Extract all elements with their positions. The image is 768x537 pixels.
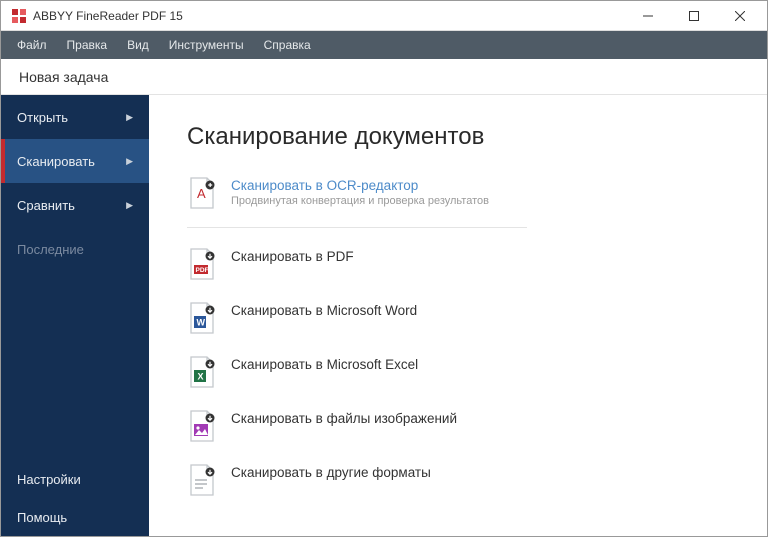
task-title: Сканировать в другие форматы (231, 465, 431, 480)
sidebar-item-settings[interactable]: Настройки (1, 460, 149, 498)
chevron-right-icon: ▶ (126, 200, 133, 211)
sidebar-item-label: Сканировать (17, 154, 95, 169)
task-scan-image[interactable]: Сканировать в файлы изображений (187, 402, 731, 450)
new-task-label: Новая задача (19, 69, 108, 85)
svg-text:X: X (198, 372, 204, 382)
doc-other-icon (187, 463, 217, 497)
sidebar-item-compare[interactable]: Сравнить ▶ (1, 183, 149, 227)
doc-pdf-icon: PDF (187, 247, 217, 281)
minimize-button[interactable] (625, 1, 671, 31)
app-logo-icon (11, 8, 27, 24)
chevron-right-icon: ▶ (126, 112, 133, 123)
doc-excel-icon: X (187, 355, 217, 389)
body-area: Открыть ▶ Сканировать ▶ Сравнить ▶ После… (1, 95, 767, 536)
close-button[interactable] (717, 1, 763, 31)
sidebar-item-scan[interactable]: Сканировать ▶ (1, 139, 149, 183)
chevron-right-icon: ▶ (126, 156, 133, 167)
window-title: ABBYY FineReader PDF 15 (33, 9, 183, 23)
svg-text:A: A (197, 186, 206, 201)
page-title: Сканирование документов (187, 123, 731, 151)
sidebar-item-label: Настройки (17, 472, 81, 487)
doc-word-icon: W (187, 301, 217, 335)
sidebar-item-open[interactable]: Открыть ▶ (1, 95, 149, 139)
sidebar-item-label: Последние (17, 242, 84, 257)
task-title: Сканировать в Microsoft Excel (231, 357, 418, 372)
task-subtitle: Продвинутая конвертация и проверка резул… (231, 195, 489, 207)
new-task-header: Новая задача (1, 59, 767, 95)
task-title: Сканировать в OCR-редактор (231, 178, 489, 193)
menu-file[interactable]: Файл (7, 32, 57, 58)
menu-view[interactable]: Вид (117, 32, 159, 58)
task-scan-word[interactable]: W Сканировать в Microsoft Word (187, 294, 731, 342)
sidebar-item-recent: Последние (1, 227, 149, 271)
sidebar-item-label: Открыть (17, 110, 68, 125)
menubar: Файл Правка Вид Инструменты Справка (1, 31, 767, 59)
sidebar-item-help[interactable]: Помощь (1, 498, 149, 536)
task-title: Сканировать в файлы изображений (231, 411, 457, 426)
svg-text:PDF: PDF (196, 267, 209, 274)
task-scan-excel[interactable]: X Сканировать в Microsoft Excel (187, 348, 731, 396)
sidebar: Открыть ▶ Сканировать ▶ Сравнить ▶ После… (1, 95, 149, 536)
titlebar: ABBYY FineReader PDF 15 (1, 1, 767, 31)
task-scan-other[interactable]: Сканировать в другие форматы (187, 456, 731, 504)
task-scan-pdf[interactable]: PDF Сканировать в PDF (187, 240, 731, 288)
sidebar-item-label: Сравнить (17, 198, 75, 213)
task-title: Сканировать в Microsoft Word (231, 303, 417, 318)
task-title: Сканировать в PDF (231, 249, 354, 264)
task-scan-ocr-editor[interactable]: A Сканировать в OCR-редактор Продвинутая… (187, 169, 731, 217)
doc-ocr-icon: A (187, 176, 217, 210)
svg-text:W: W (197, 318, 206, 328)
sidebar-item-label: Помощь (17, 510, 67, 525)
divider (187, 227, 527, 228)
main-content: Сканирование документов A Сканировать в … (149, 95, 767, 536)
menu-tools[interactable]: Инструменты (159, 32, 254, 58)
doc-image-icon (187, 409, 217, 443)
menu-edit[interactable]: Правка (57, 32, 118, 58)
maximize-button[interactable] (671, 1, 717, 31)
menu-help[interactable]: Справка (254, 32, 321, 58)
